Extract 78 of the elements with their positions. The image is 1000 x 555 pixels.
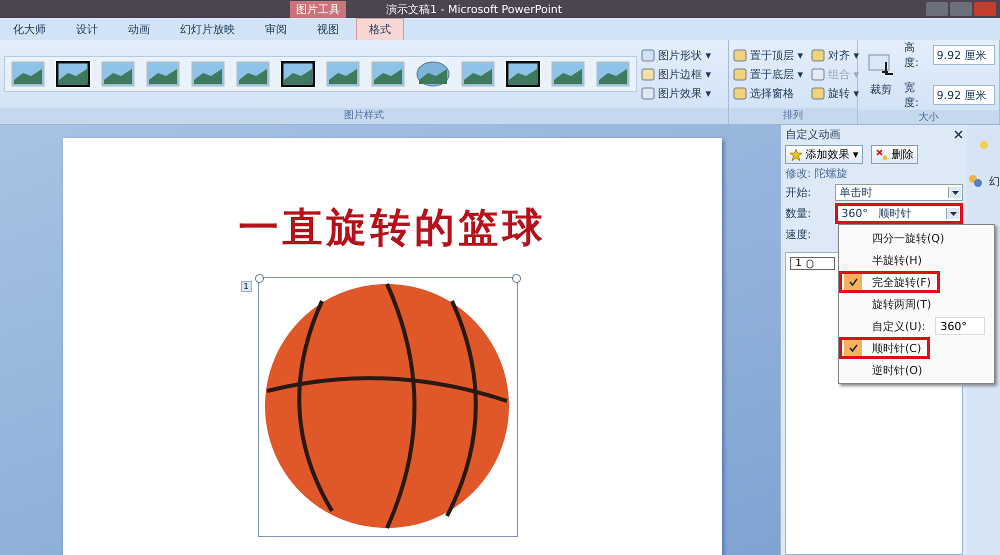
ribbon-tab[interactable]: 审阅: [252, 18, 300, 40]
custom-angle-input[interactable]: 360°: [935, 317, 985, 335]
crop-button[interactable]: 裁剪: [862, 52, 900, 98]
ribbon-tab[interactable]: 格式: [356, 18, 404, 40]
picture-style-thumbnail[interactable]: [326, 61, 360, 87]
picture-style-thumbnail[interactable]: [551, 61, 585, 87]
picture-style-thumbnail[interactable]: [191, 61, 225, 87]
add-effect-button[interactable]: 添加效果 ▾: [785, 145, 864, 164]
menu-item[interactable]: 顺时针(C): [839, 337, 930, 359]
picture-style-thumbnail[interactable]: [371, 61, 405, 87]
caret-icon: [952, 190, 958, 194]
pane-title: 自定义动画: [785, 126, 840, 142]
picture-format-command[interactable]: 图片效果 ▾: [641, 86, 712, 100]
field-label: 速度:: [785, 227, 812, 242]
picture-style-thumbnail[interactable]: [461, 61, 495, 87]
strip-label: 幻: [989, 174, 1000, 188]
command-icon: [733, 68, 747, 80]
command-icon: [811, 68, 826, 80]
resize-handle[interactable]: [254, 274, 264, 283]
field-label: 数量:: [785, 206, 812, 221]
close-icon[interactable]: [954, 130, 963, 138]
picture-format-command[interactable]: 图片形状 ▾: [641, 48, 712, 62]
crop-icon: [868, 54, 894, 76]
command-icon: [733, 86, 747, 100]
animation-list-item[interactable]: 1: [790, 257, 835, 270]
caret-icon: [950, 212, 956, 216]
animation-tag: 1: [240, 281, 252, 292]
command-icon: [811, 48, 826, 62]
menu-label: 自定义(U):: [872, 318, 926, 334]
dropdown-field[interactable]: 360° 顺时针: [835, 203, 963, 224]
menu-item[interactable]: 四分一旋转(Q): [839, 227, 994, 249]
ribbon-tab[interactable]: 设计: [63, 18, 111, 40]
picture-style-thumbnail[interactable]: [11, 61, 45, 87]
picture-style-thumbnail[interactable]: [596, 61, 630, 87]
picture-style-thumbnail[interactable]: [56, 61, 90, 87]
ribbon-tab[interactable]: 幻灯片放映: [167, 18, 248, 40]
command-icon: [641, 68, 655, 80]
picture-style-thumbnail[interactable]: [146, 61, 180, 87]
modify-label: 修改: 陀螺旋: [785, 166, 849, 181]
shapes-icon[interactable]: [967, 173, 985, 189]
contextual-tab-label: 图片工具: [290, 0, 346, 18]
group-label: 大小: [858, 110, 999, 124]
dropdown-field[interactable]: 单击时: [835, 184, 963, 201]
delete-button[interactable]: 删除: [871, 145, 918, 164]
arrange-command[interactable]: 置于顶层 ▾: [733, 48, 804, 62]
picture-format-command[interactable]: 图片边框 ▾: [641, 66, 712, 82]
arrange-command[interactable]: 旋转 ▾: [811, 86, 860, 100]
size-input[interactable]: 9.92 厘米: [932, 45, 995, 65]
menu-item[interactable]: 逆时针(O): [839, 359, 994, 381]
command-icon: [733, 48, 747, 62]
ribbon-tab[interactable]: 视图: [304, 18, 352, 40]
window-title: 演示文稿1 - Microsoft PowerPoint: [386, 2, 562, 16]
group-label: 图片样式: [0, 108, 728, 124]
group-label: 排列: [729, 108, 857, 124]
slide-title: 一直旋转的篮球: [238, 203, 546, 253]
size-input[interactable]: 9.92 厘米: [932, 85, 995, 105]
picture-style-thumbnail[interactable]: [416, 61, 450, 87]
delete-icon: [876, 148, 888, 160]
ribbon-tab[interactable]: 动画: [115, 18, 163, 40]
picture-style-thumbnail[interactable]: [236, 61, 270, 87]
picture-style-thumbnail[interactable]: [101, 61, 135, 87]
command-icon: [641, 48, 655, 62]
picture-style-thumbnail[interactable]: [506, 61, 540, 87]
size-label: 高度:: [904, 40, 920, 70]
command-icon: [811, 86, 826, 100]
menu-item[interactable]: 旋转两周(T): [839, 293, 994, 315]
picture-style-thumbnail[interactable]: [281, 61, 315, 87]
menu-item[interactable]: 完全旋转(F): [839, 271, 940, 293]
field-label: 开始:: [785, 185, 812, 200]
arrange-command[interactable]: 选择窗格: [733, 86, 804, 100]
arrange-command[interactable]: 置于底层 ▾: [733, 66, 804, 82]
arrange-command[interactable]: 对齐 ▾: [811, 48, 860, 62]
ribbon-tab[interactable]: 化大师: [0, 18, 59, 40]
star-icon: [790, 148, 802, 160]
menu-item[interactable]: 半旋转(H): [839, 249, 994, 271]
resize-handle[interactable]: [512, 274, 520, 283]
command-icon: [641, 86, 655, 100]
size-label: 宽度:: [904, 80, 920, 110]
